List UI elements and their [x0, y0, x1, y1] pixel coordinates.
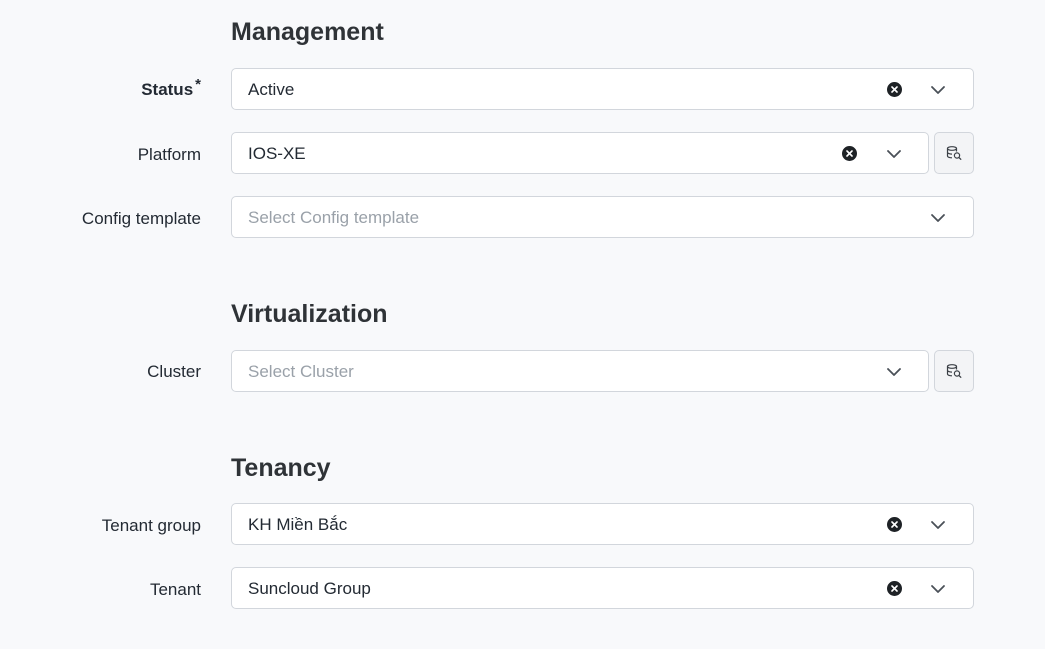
config-template-select[interactable]: Select Config template [231, 196, 974, 238]
chevron-down-icon[interactable] [930, 582, 946, 596]
tenant-select[interactable]: Suncloud Group [231, 567, 974, 609]
clear-icon[interactable] [887, 517, 902, 532]
status-select[interactable]: Active [231, 68, 974, 110]
platform-label: Platform [137, 145, 201, 164]
database-search-icon [946, 364, 962, 378]
section-title-tenancy: Tenancy [231, 454, 331, 482]
config-template-placeholder: Select Config template [248, 208, 420, 227]
tenant-group-label: Tenant group [101, 516, 201, 535]
platform-select[interactable]: IOS-XE [231, 132, 929, 174]
status-label-text: Status [141, 80, 194, 99]
cluster-lookup-button[interactable] [934, 350, 974, 392]
chevron-down-icon[interactable] [930, 83, 946, 97]
chevron-down-icon[interactable] [930, 211, 946, 225]
required-mark: * [195, 76, 201, 93]
tenant-label: Tenant [149, 580, 201, 599]
database-search-icon [946, 146, 962, 160]
tenant-group-value: KH Miền Bắc [248, 515, 348, 534]
tenant-value: Suncloud Group [248, 579, 371, 598]
clear-icon[interactable] [887, 581, 902, 596]
platform-value: IOS-XE [248, 144, 306, 163]
chevron-down-icon[interactable] [930, 518, 946, 532]
cluster-label: Cluster [147, 362, 201, 381]
config-template-label: Config template [81, 209, 201, 228]
tenant-group-select[interactable]: KH Miền Bắc [231, 503, 974, 545]
chevron-down-icon[interactable] [886, 147, 902, 161]
status-value: Active [248, 80, 295, 99]
cluster-placeholder: Select Cluster [248, 362, 354, 381]
cluster-select[interactable]: Select Cluster [231, 350, 929, 392]
section-title-management: Management [231, 18, 384, 46]
status-label: Status * [141, 76, 201, 102]
platform-lookup-button[interactable] [934, 132, 974, 174]
clear-icon[interactable] [887, 82, 902, 97]
section-title-virtualization: Virtualization [231, 300, 388, 328]
chevron-down-icon[interactable] [886, 365, 902, 379]
clear-icon[interactable] [842, 146, 857, 161]
